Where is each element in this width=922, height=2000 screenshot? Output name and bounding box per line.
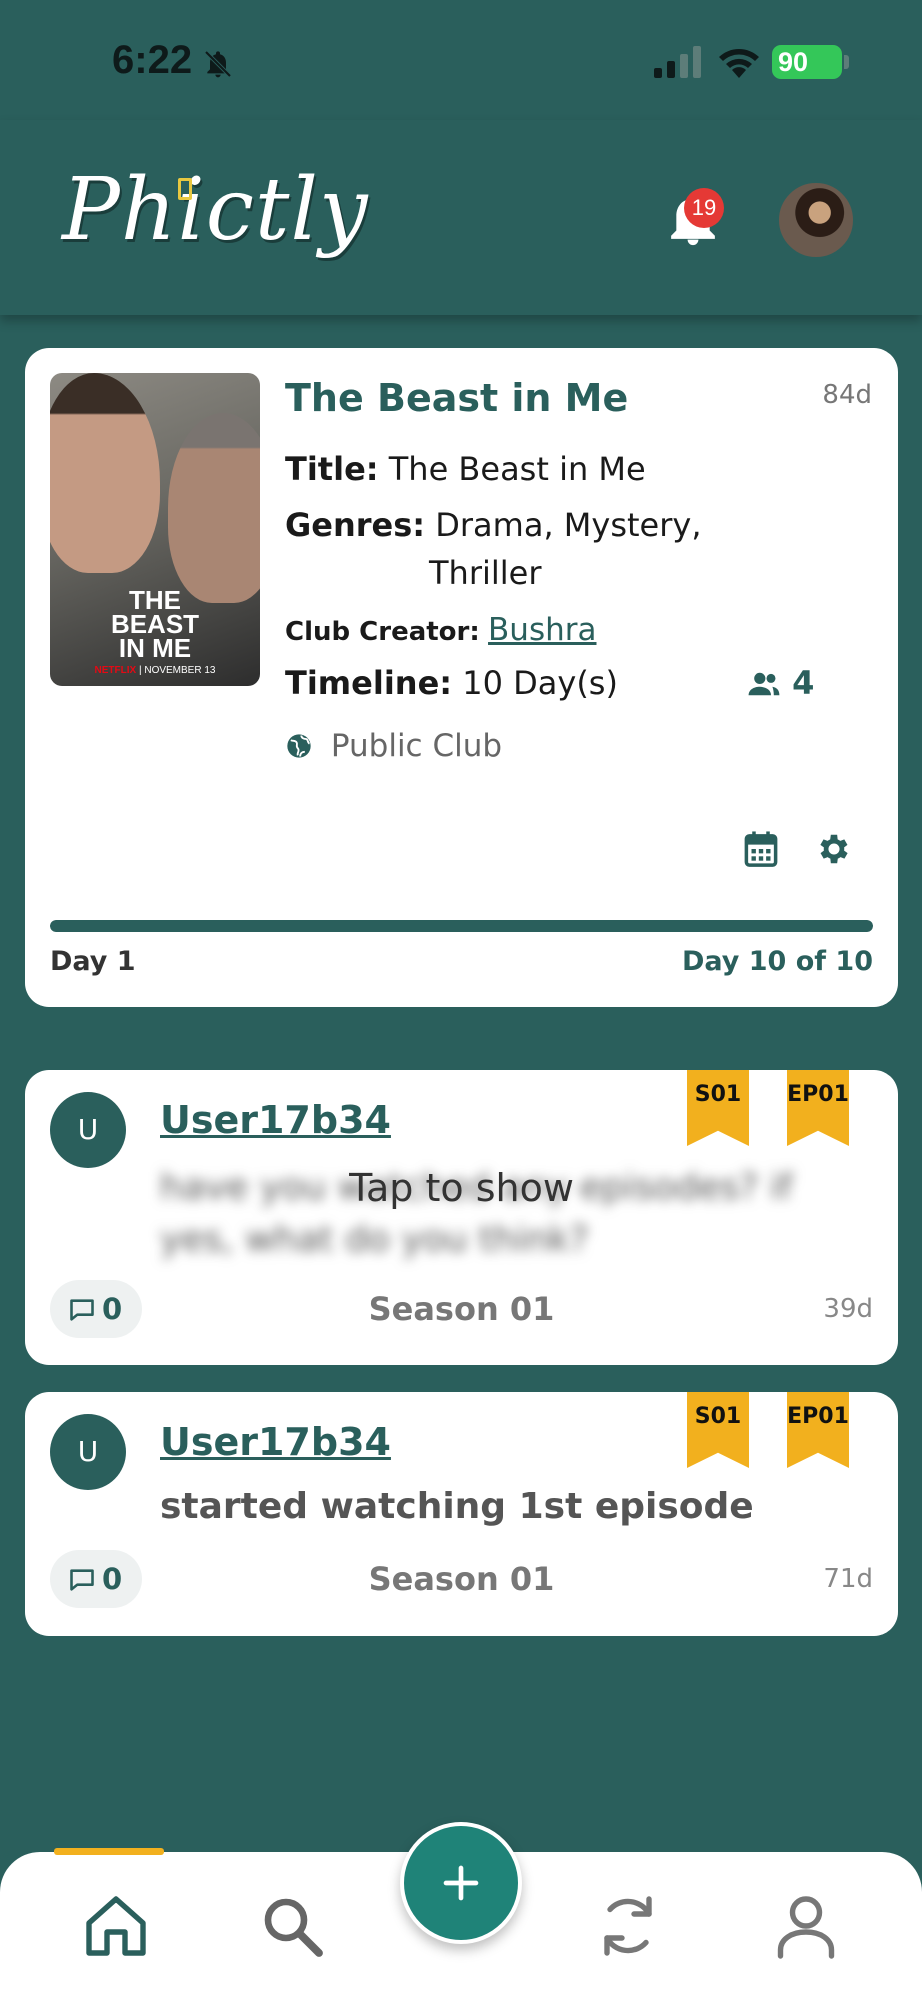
refresh-icon[interactable] bbox=[592, 1890, 664, 1962]
notification-count-badge: 19 bbox=[684, 188, 724, 228]
battery-indicator: 90 bbox=[772, 45, 842, 79]
club-age: 84d bbox=[822, 380, 872, 410]
status-bar: 6:22 90 bbox=[0, 0, 922, 120]
post-username[interactable]: User17b34 bbox=[160, 1420, 391, 1464]
post-card[interactable]: U User17b34 S01 EP01 have you watched an… bbox=[25, 1070, 898, 1365]
signal-icon bbox=[654, 46, 701, 78]
post-avatar[interactable]: U bbox=[50, 1092, 126, 1168]
poster-title: THE BEAST IN ME bbox=[110, 585, 200, 663]
creator-row: Club Creator: Bushra bbox=[285, 612, 597, 648]
visibility-label: Public Club bbox=[285, 728, 502, 764]
add-button[interactable] bbox=[400, 1822, 522, 1944]
post-avatar[interactable]: U bbox=[50, 1414, 126, 1490]
user-avatar[interactable] bbox=[776, 180, 856, 260]
app-logo: Phictly bbox=[62, 160, 369, 260]
post-card[interactable]: U User17b34 S01 EP01 started watching 1s… bbox=[25, 1392, 898, 1636]
club-card[interactable]: THE BEAST IN ME NETFLIX | NOVEMBER 13 Th… bbox=[25, 348, 898, 1007]
season-badge: S01 bbox=[687, 1392, 749, 1468]
title-row: Title: The Beast in Me bbox=[285, 450, 646, 488]
episode-badge: EP01 bbox=[787, 1070, 849, 1146]
creator-link[interactable]: Bushra bbox=[488, 612, 596, 648]
progress-start-label: Day 1 bbox=[50, 946, 136, 977]
members-count[interactable]: 4 bbox=[747, 664, 814, 702]
search-icon[interactable] bbox=[256, 1890, 328, 1962]
tap-to-show-button[interactable]: Tap to show bbox=[25, 1166, 898, 1210]
post-age: 39d bbox=[823, 1294, 873, 1324]
season-badge: S01 bbox=[687, 1070, 749, 1146]
profile-icon[interactable] bbox=[770, 1890, 842, 1962]
timeline-row: Timeline: 10 Day(s) bbox=[285, 664, 618, 702]
post-text: started watching 1st episode bbox=[160, 1486, 754, 1527]
active-tab-indicator bbox=[54, 1848, 164, 1855]
globe-icon bbox=[287, 734, 311, 758]
progress-end-label: Day 10 of 10 bbox=[681, 946, 873, 977]
poster-figure-right bbox=[168, 413, 260, 603]
genres-row-continued: Thriller bbox=[429, 554, 542, 592]
plus-icon bbox=[443, 1865, 479, 1901]
poster-footer: NETFLIX | NOVEMBER 13 bbox=[94, 665, 216, 676]
home-icon[interactable] bbox=[80, 1890, 152, 1962]
post-age: 71d bbox=[823, 1564, 873, 1594]
app-header: Phictly 19 bbox=[0, 120, 922, 315]
genres-row: Genres: Drama, Mystery, bbox=[285, 506, 702, 544]
settings-gear-icon[interactable] bbox=[815, 830, 853, 868]
calendar-icon[interactable] bbox=[743, 830, 779, 868]
logo-bookmark-icon bbox=[178, 178, 192, 200]
bell-muted-icon bbox=[204, 50, 232, 78]
battery-tip bbox=[844, 55, 849, 69]
wifi-icon bbox=[719, 49, 759, 78]
poster-figure-left bbox=[50, 373, 160, 573]
club-title[interactable]: The Beast in Me bbox=[285, 376, 628, 420]
club-progress-bar bbox=[50, 920, 873, 932]
club-poster-image: THE BEAST IN ME NETFLIX | NOVEMBER 13 bbox=[50, 373, 260, 686]
people-icon bbox=[748, 672, 780, 696]
status-time: 6:22 bbox=[112, 38, 193, 82]
episode-badge: EP01 bbox=[787, 1392, 849, 1468]
post-season-label: Season 01 bbox=[368, 1290, 555, 1328]
club-progress-fill bbox=[50, 920, 873, 932]
post-season-label: Season 01 bbox=[368, 1560, 555, 1598]
post-username[interactable]: User17b34 bbox=[160, 1098, 391, 1142]
